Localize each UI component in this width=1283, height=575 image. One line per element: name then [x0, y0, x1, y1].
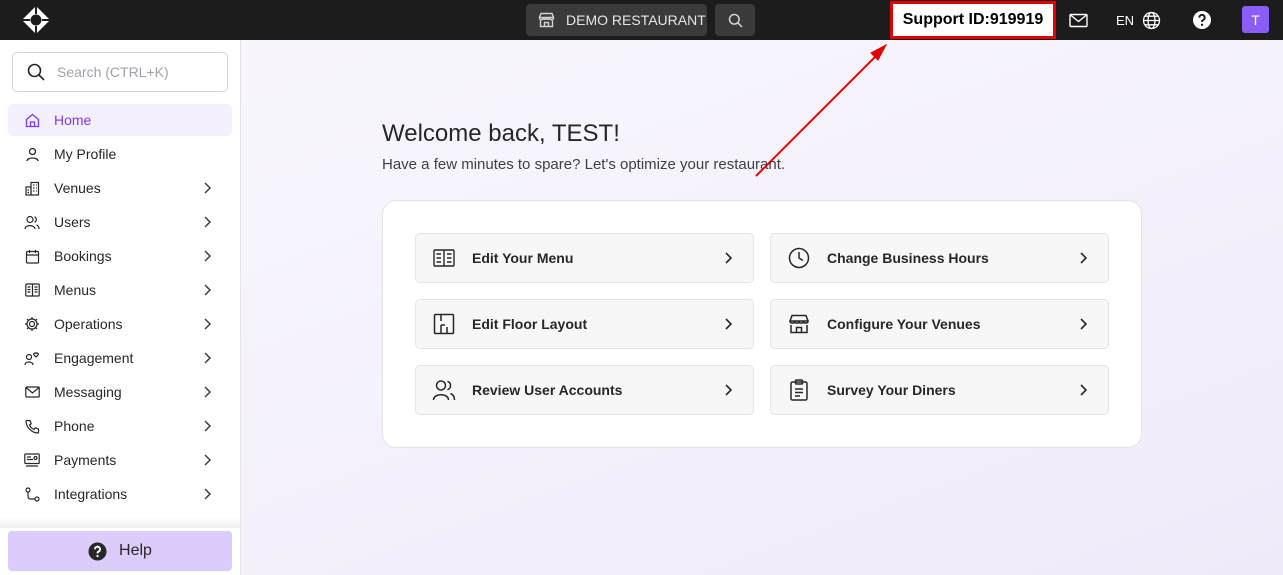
page-subtitle: Have a few minutes to spare? Let's optim…: [382, 156, 786, 173]
chevron-right-icon: [725, 384, 733, 396]
chevron-right-icon: [204, 420, 212, 432]
sidebar-item-label: Bookings: [54, 248, 112, 264]
search-input[interactable]: Search (CTRL+K): [12, 52, 228, 92]
sidebar-item-label: Integrations: [54, 486, 128, 502]
support-id: Support ID:919919: [890, 1, 1056, 39]
storefront-icon: [787, 312, 811, 336]
quick-actions-card: Edit Your Menu Change Business Hours Edi…: [382, 200, 1142, 448]
action-label: Edit Your Menu: [472, 250, 574, 266]
sidebar-item-my-profile[interactable]: My Profile: [8, 138, 232, 170]
edit-floor-layout-button[interactable]: Edit Floor Layout: [415, 299, 754, 349]
sidebar-item-label: Menus: [54, 282, 97, 298]
building-icon: [24, 180, 40, 196]
sidebar-item-label: Messaging: [54, 384, 122, 400]
chevron-right-icon: [1080, 384, 1088, 396]
users-icon: [24, 214, 40, 230]
sidebar-item-label: Payments: [54, 452, 117, 468]
sidebar-item-label: Engagement: [54, 350, 134, 366]
search-icon: [27, 63, 45, 81]
integrations-icon: [24, 486, 40, 502]
help-label: Help: [119, 542, 152, 559]
calendar-icon: [24, 248, 40, 264]
chevron-right-icon: [204, 488, 212, 500]
review-user-accounts-button[interactable]: Review User Accounts: [415, 365, 754, 415]
clipboard-icon: [787, 378, 811, 402]
sidebar-item-label: Users: [54, 214, 91, 230]
help-button[interactable]: Help: [8, 531, 232, 571]
action-label: Configure Your Venues: [827, 316, 981, 332]
chevron-right-icon: [725, 318, 733, 330]
language-selector[interactable]: EN: [1116, 8, 1161, 32]
sidebar-item-label: Operations: [54, 316, 123, 332]
sidebar-item-label: Home: [54, 112, 92, 128]
change-business-hours-button[interactable]: Change Business Hours: [770, 233, 1109, 283]
sidebar-item-operations[interactable]: Operations: [8, 308, 232, 340]
app-logo-icon[interactable]: [22, 6, 50, 34]
clock-icon: [787, 246, 811, 270]
action-label: Edit Floor Layout: [472, 316, 588, 332]
sidebar-divider: [0, 518, 240, 528]
venue-name: DEMO RESTAURANT: [566, 12, 706, 28]
sidebar-item-home[interactable]: Home: [8, 104, 232, 136]
survey-diners-button[interactable]: Survey Your Diners: [770, 365, 1109, 415]
sidebar-item-venues[interactable]: Venues: [8, 172, 232, 204]
chevron-right-icon: [204, 386, 212, 398]
sidebar-item-integrations[interactable]: Integrations: [8, 478, 232, 510]
venue-selector-button[interactable]: DEMO RESTAURANT: [526, 4, 707, 36]
home-icon: [24, 112, 40, 128]
sidebar-item-engagement[interactable]: Engagement: [8, 342, 232, 374]
sidebar-item-label: Venues: [54, 180, 101, 196]
sidebar: Search (CTRL+K) Home My Profile Venues U…: [0, 40, 241, 575]
chevron-right-icon: [204, 182, 212, 194]
chevron-right-icon: [204, 216, 212, 228]
user-icon: [24, 146, 40, 162]
sidebar-item-bookings[interactable]: Bookings: [8, 240, 232, 272]
phone-icon: [24, 418, 40, 434]
sidebar-item-users[interactable]: Users: [8, 206, 232, 238]
chevron-right-icon: [204, 454, 212, 466]
edit-menu-button[interactable]: Edit Your Menu: [415, 233, 754, 283]
top-search-button[interactable]: [715, 4, 755, 36]
chevron-right-icon: [1080, 318, 1088, 330]
sidebar-item-label: Phone: [54, 418, 95, 434]
menu-book-icon: [24, 282, 40, 298]
configure-venues-button[interactable]: Configure Your Venues: [770, 299, 1109, 349]
main-content: Welcome back, TEST! Have a few minutes t…: [241, 40, 1283, 575]
payments-icon: [24, 452, 40, 468]
chevron-right-icon: [204, 352, 212, 364]
search-placeholder: Search (CTRL+K): [57, 64, 169, 80]
search-icon: [728, 13, 743, 28]
messages-button[interactable]: [1066, 8, 1090, 32]
mail-icon: [1068, 13, 1088, 27]
help-icon: [88, 541, 107, 561]
chevron-right-icon: [1080, 252, 1088, 264]
action-label: Survey Your Diners: [827, 382, 956, 398]
mail-icon: [24, 384, 40, 400]
users-icon: [432, 378, 456, 402]
chevron-right-icon: [725, 252, 733, 264]
page-title: Welcome back, TEST!: [382, 120, 620, 147]
help-icon[interactable]: [1192, 10, 1212, 30]
top-bar: DEMO RESTAURANT Support ID:919919 EN T: [0, 0, 1283, 40]
globe-icon: [1142, 11, 1161, 29]
sidebar-item-phone[interactable]: Phone: [8, 410, 232, 442]
action-label: Change Business Hours: [827, 250, 989, 266]
action-label: Review User Accounts: [472, 382, 623, 398]
sidebar-nav: Home My Profile Venues Users Bookings Me…: [8, 104, 232, 512]
avatar[interactable]: T: [1242, 6, 1269, 33]
sidebar-item-menus[interactable]: Menus: [8, 274, 232, 306]
sidebar-item-messaging[interactable]: Messaging: [8, 376, 232, 408]
language-code: EN: [1116, 12, 1135, 28]
sidebar-item-label: My Profile: [54, 146, 117, 162]
floor-layout-icon: [432, 312, 456, 336]
chevron-right-icon: [204, 318, 212, 330]
sidebar-item-payments[interactable]: Payments: [8, 444, 232, 476]
chevron-right-icon: [204, 250, 212, 262]
engagement-icon: [24, 350, 40, 366]
menu-book-icon: [432, 246, 456, 270]
chevron-right-icon: [204, 284, 212, 296]
cog-icon: [24, 316, 40, 332]
storefront-icon: [538, 12, 555, 28]
